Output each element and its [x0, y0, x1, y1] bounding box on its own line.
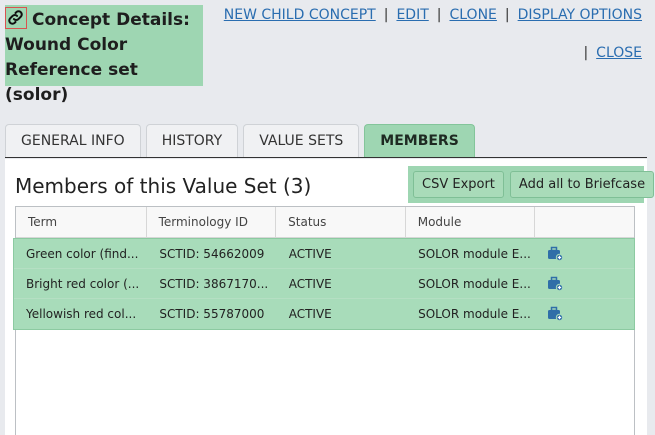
page-title: Concept Details: Wound Color Reference s… [5, 7, 199, 108]
cell-module: SOLOR module E... [418, 277, 531, 291]
edit-link[interactable]: EDIT [396, 7, 428, 23]
members-toolbar: CSV Export Add all to Briefcase [408, 166, 655, 203]
table-row[interactable]: Green color (find... SCTID: 54662009 ACT… [14, 239, 634, 269]
cell-status: ACTIVE [288, 307, 332, 321]
cell-status: ACTIVE [288, 277, 332, 291]
cell-status: ACTIVE [288, 247, 332, 261]
cell-term: Bright red color (... [26, 277, 140, 291]
tab-bar: GENERAL INFO HISTORY VALUE SETS MEMBERS [5, 124, 647, 158]
table-row[interactable]: Yellowish red col... SCTID: 55787000 ACT… [14, 299, 634, 329]
page-title-box: Concept Details: Wound Color Reference s… [5, 5, 203, 105]
close-row: | CLOSE [583, 45, 642, 61]
cell-term: Green color (find... [26, 247, 139, 261]
briefcase-add-icon[interactable] [547, 302, 564, 322]
members-panel: Members of this Value Set (3) CSV Export… [5, 159, 655, 435]
page-title-text: Concept Details: Wound Color Reference s… [5, 10, 190, 105]
grid-header: Term Terminology ID Status Module [16, 207, 634, 238]
table-row[interactable]: Bright red color (... SCTID: 3867170... … [14, 269, 634, 299]
column-header-actions [535, 207, 634, 238]
briefcase-add-icon[interactable] [547, 272, 564, 292]
members-title: Members of this Value Set (3) [15, 174, 312, 198]
tab-general-info[interactable]: GENERAL INFO [5, 124, 141, 157]
tab-value-sets[interactable]: VALUE SETS [243, 124, 360, 157]
csv-export-button[interactable]: CSV Export [413, 171, 504, 198]
add-all-to-briefcase-button[interactable]: Add all to Briefcase [509, 171, 655, 198]
display-options-link[interactable]: DISPLAY OPTIONS [518, 7, 642, 23]
column-header-term[interactable]: Term [16, 207, 147, 238]
briefcase-add-icon[interactable] [547, 242, 564, 262]
cell-module: SOLOR module E... [418, 247, 531, 261]
cell-terminology-id: SCTID: 55787000 [159, 307, 265, 321]
column-header-terminology-id[interactable]: Terminology ID [147, 207, 277, 238]
cell-terminology-id: SCTID: 54662009 [159, 247, 265, 261]
column-header-module[interactable]: Module [406, 207, 536, 238]
cell-actions [535, 299, 634, 329]
tab-history[interactable]: HISTORY [145, 124, 239, 157]
cell-terminology-id: SCTID: 3867170... [159, 277, 269, 291]
grid-rows: Green color (find... SCTID: 54662009 ACT… [13, 238, 635, 330]
members-grid: Term Terminology ID Status Module Green … [13, 206, 635, 435]
new-child-concept-link[interactable]: NEW CHILD CONCEPT [224, 7, 376, 23]
tab-members[interactable]: MEMBERS [364, 124, 475, 157]
action-links: NEW CHILD CONCEPT | EDIT | CLONE | DISPLAY OPT… [223, 7, 642, 23]
cell-actions [535, 239, 634, 268]
link-icon[interactable] [5, 7, 27, 29]
cell-actions [535, 269, 634, 298]
column-header-status[interactable]: Status [276, 207, 406, 238]
clone-link[interactable]: CLONE [449, 7, 496, 23]
cell-term: Yellowish red col... [26, 307, 137, 321]
cell-module: SOLOR module E... [418, 307, 531, 321]
close-link[interactable]: CLOSE [596, 45, 642, 61]
